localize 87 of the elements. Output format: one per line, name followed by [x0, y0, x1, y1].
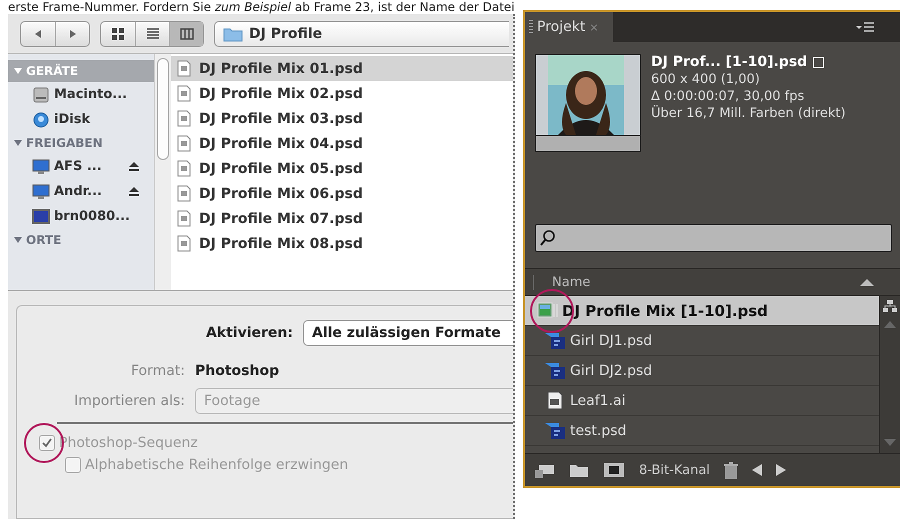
sidebar-heading[interactable]: FREIGABEN [8, 132, 154, 154]
file-item[interactable]: DJ Profile Mix 05.psd [171, 156, 513, 182]
item-info: Δ 0:00:00:07, 30,00 fps [651, 88, 806, 105]
trash-icon [724, 462, 738, 478]
psd-file-icon [545, 361, 566, 380]
columns-icon [180, 26, 194, 41]
trash-button[interactable] [724, 462, 738, 478]
scroll-up-icon [884, 320, 896, 328]
document-icon [177, 185, 191, 202]
psd-file-icon [545, 421, 566, 440]
folder-button[interactable] [569, 462, 589, 478]
panel-menu-icon[interactable] [856, 21, 874, 33]
folder-icon [569, 462, 589, 478]
file-item[interactable]: DJ Profile Mix 07.psd [171, 206, 513, 232]
sidebar-item[interactable]: AFS ... [8, 154, 154, 180]
path-popup[interactable]: DJ Profile [214, 20, 509, 47]
disclosure-icon [14, 139, 22, 148]
document-icon [177, 135, 191, 152]
sidebar-item[interactable]: brn0080... [8, 204, 154, 230]
computer-icon [32, 182, 50, 201]
psd-file-icon [545, 331, 566, 350]
forward-icon [68, 28, 78, 39]
checkbox[interactable] [39, 435, 55, 451]
document-icon [177, 160, 191, 178]
back-icon [33, 28, 43, 39]
search-field[interactable] [535, 224, 892, 252]
folder-icon [223, 26, 243, 42]
hierarchy-icon [883, 300, 897, 312]
scroll-down-icon [884, 439, 896, 447]
checkbox-label: Alphabetische Reihenfolge erzwingen [85, 457, 348, 473]
file-item[interactable]: DJ Profile Mix 01.psd [171, 56, 513, 82]
navigation-control[interactable] [20, 20, 90, 47]
heading-label: GERÄTE [26, 64, 78, 78]
file-item[interactable]: DJ Profile Mix 03.psd [171, 106, 513, 132]
left-arrow-button[interactable] [752, 464, 762, 476]
item-info: Über 16,7 Mill. Farben (direkt) [651, 105, 846, 122]
projekt-tab[interactable]: Projekt × [525, 12, 613, 42]
heading-label: FREIGABEN [26, 136, 103, 150]
document-icon [177, 85, 191, 102]
disclosure-icon [14, 236, 22, 244]
item-info: 600 x 400 (1,00) [651, 71, 761, 88]
document-icon [177, 210, 191, 228]
caption-text: erste Frame-Nummer. Fordern Sie zum Beispiel ab Frame 23, ist der Name der Datei [8, 0, 516, 14]
checkmark-icon [42, 438, 52, 448]
file-item[interactable]: DJ Profile Mix 04.psd [171, 131, 513, 156]
search-icon [540, 229, 556, 247]
file-item[interactable]: DJ Profile Mix 06.psd [171, 181, 513, 206]
file-item[interactable]: DJ Profile Mix 08.psd [171, 231, 513, 256]
disclosure-icon [14, 67, 22, 76]
project-item[interactable]: Girl DJ2.psd [525, 356, 879, 386]
columns-view-button[interactable] [169, 22, 203, 46]
view-mode-control[interactable] [100, 20, 204, 47]
bit-depth-button[interactable]: 8-Bit-Kanal [639, 462, 710, 478]
project-item[interactable]: Leaf1.ai [525, 386, 879, 416]
sidebar-item[interactable]: Andr... [8, 179, 154, 204]
heading-label: ORTE [26, 233, 62, 248]
field-label: Format: [130, 363, 185, 379]
eject-icon[interactable] [128, 186, 140, 198]
right-arrow-icon [776, 464, 786, 476]
sidebar-heading[interactable]: ORTE [8, 229, 154, 252]
grid-icon [111, 26, 125, 41]
path-label: DJ Profile [249, 26, 322, 42]
document-icon [177, 60, 191, 78]
scrollbar[interactable] [879, 296, 900, 453]
sort-icon [860, 278, 874, 286]
document-icon [177, 110, 191, 128]
item-title: DJ Prof... [1-10].psd [651, 54, 808, 71]
project-item[interactable]: test.psd [525, 416, 879, 446]
square-icon[interactable] [813, 57, 824, 68]
image-sequence-icon [537, 301, 558, 320]
enable-popup[interactable]: Alle zulässigen Formate [303, 320, 513, 346]
file-item[interactable]: DJ Profile Mix 02.psd [171, 81, 513, 106]
right-arrow-button[interactable] [776, 464, 786, 476]
left-arrow-icon [752, 464, 762, 476]
document-icon [177, 235, 191, 252]
field-label: Importieren als: [73, 393, 185, 409]
sidebar-item[interactable]: iDisk [8, 107, 154, 132]
format-value: Photoshop [195, 363, 280, 379]
project-item[interactable]: Girl DJ1.psd [525, 326, 879, 356]
list-icon [146, 26, 160, 41]
monitor-icon [32, 208, 50, 226]
sidebar-item[interactable]: Macinto... [8, 82, 154, 108]
field-label: Aktivieren: [204, 325, 293, 341]
eject-icon[interactable] [128, 161, 140, 172]
computer-icon [32, 158, 50, 176]
checkbox[interactable] [65, 457, 81, 473]
globe-icon [32, 110, 50, 129]
